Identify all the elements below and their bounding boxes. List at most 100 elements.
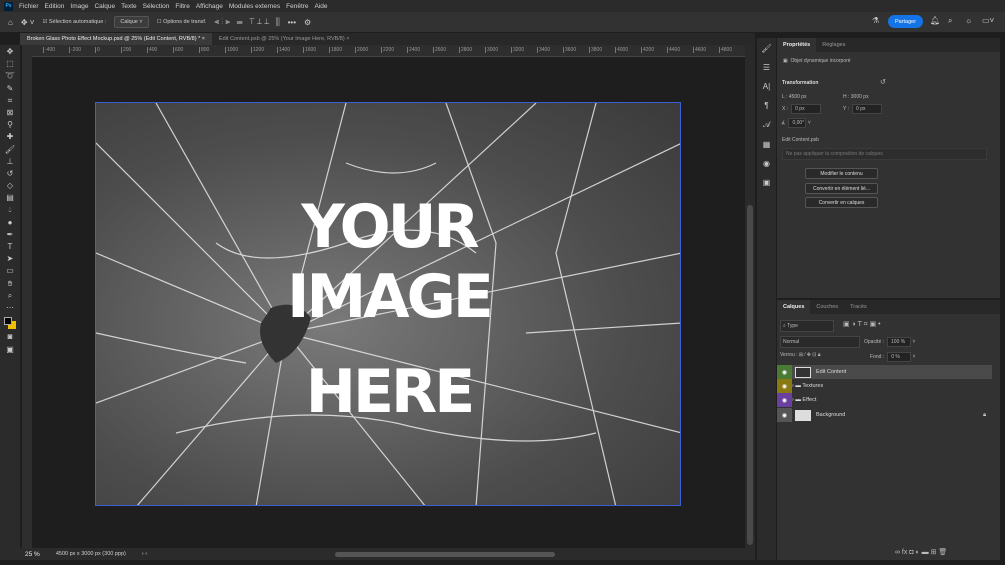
search-icon[interactable]: ⌕	[948, 16, 952, 26]
layer-row[interactable]: ◉ Edit Content	[777, 365, 992, 379]
layer-row[interactable]: ◉ › ▬ Textures	[777, 379, 992, 393]
tab-layers[interactable]: Calques	[777, 300, 811, 314]
gradient-icon[interactable]: ▤	[6, 194, 14, 203]
gear-icon[interactable]: ⚙	[304, 18, 311, 27]
auto-select-checkbox[interactable]: ☑ Sélection automatique :	[42, 19, 106, 25]
layer-comp-select[interactable]: Ne pas appliquer la composition de calqu…	[782, 148, 987, 160]
frame-tool-icon[interactable]: ⊠	[7, 108, 14, 118]
lasso-tool-icon[interactable]: ➰	[5, 72, 15, 81]
blend-mode-select[interactable]: Normal	[780, 336, 860, 348]
home-icon[interactable]: ⌂	[8, 18, 13, 27]
brush-tool-icon[interactable]: 🖌︎	[5, 145, 15, 155]
menu-aide[interactable]: Aide	[315, 3, 328, 10]
tab-channels[interactable]: Couches	[810, 300, 844, 314]
transform-options-checkbox[interactable]: ☐ Options de transf.	[157, 19, 207, 25]
screen-mode-icon[interactable]: ▣	[6, 345, 14, 355]
quick-select-icon[interactable]: ✎	[7, 84, 14, 94]
bell-icon[interactable]: 🔔︎	[930, 16, 940, 25]
marquee-tool-icon[interactable]: ⬚	[6, 60, 14, 69]
eyedropper-icon[interactable]: ⚲	[7, 121, 13, 130]
tab-adjustments[interactable]: Réglages	[816, 38, 851, 52]
flask-icon[interactable]: ⚗	[872, 16, 879, 25]
color-swatches[interactable]	[3, 316, 17, 330]
opacity-field[interactable]: 100 %	[887, 337, 912, 347]
workspace-icon[interactable]: ▭˅	[982, 16, 994, 25]
convert-to-layers-button[interactable]: Convertir en calques	[805, 197, 878, 208]
zoom-tool-icon[interactable]: ⌕	[8, 291, 12, 301]
eye-icon[interactable]: ◉	[777, 393, 792, 407]
filter-icons[interactable]: ▣ ◑ T ⌗ ▣ •	[843, 320, 881, 329]
type-tool-icon[interactable]: T	[8, 243, 13, 252]
foreground-color[interactable]	[4, 317, 12, 326]
menu-modules[interactable]: Modules externes	[229, 3, 280, 10]
character-icon[interactable]: A|	[763, 82, 770, 91]
target-select[interactable]: Calque ˅	[114, 16, 149, 28]
align-icons[interactable]: ⫷ ⫶ ⫸ ☰ ⊤ ⊥ ⊥ ⫼	[214, 17, 279, 27]
table-icon[interactable]: ▦	[763, 140, 771, 149]
shape-tool-icon[interactable]: ▭	[6, 267, 14, 276]
eye-icon[interactable]: ◉	[777, 379, 792, 393]
menu-calque[interactable]: Calque	[94, 3, 115, 10]
menu-fichier[interactable]: Fichier	[19, 3, 39, 10]
tab-edit-content[interactable]: Edit Content.psb @ 25% (Your Image Here,…	[212, 33, 356, 45]
w-value: 4500 px	[788, 94, 807, 100]
status-arrows[interactable]: › ‹	[142, 551, 147, 557]
tab-broken-glass[interactable]: Broken Glass Photo Effect Mockup.psd @ 2…	[20, 33, 212, 45]
layer-filter-select[interactable]: ⌕ Type	[780, 320, 834, 332]
paragraph-icon[interactable]: ¶	[764, 101, 768, 110]
y-field[interactable]: 0 px	[852, 104, 883, 114]
crop-tool-icon[interactable]: ⌗	[8, 96, 13, 106]
angle-field[interactable]: 0,00°	[788, 118, 807, 128]
adjust-icon[interactable]: ☰	[763, 63, 770, 72]
placeholder-text-line: IMAGE	[287, 262, 494, 332]
edit-contents-button[interactable]: Modifier le contenu	[805, 168, 878, 179]
lightbulb-icon[interactable]: ☼	[965, 16, 972, 25]
menu-image[interactable]: Image	[70, 3, 88, 10]
menu-filtre[interactable]: Filtre	[175, 3, 189, 10]
horizontal-scroll-thumb[interactable]	[335, 552, 555, 557]
close-icon[interactable]: ×	[346, 36, 349, 42]
eye-icon[interactable]: ◉	[777, 408, 792, 422]
eraser-icon[interactable]: ◇	[7, 182, 13, 191]
brush-settings-icon[interactable]: 🖌︎	[761, 44, 771, 53]
reset-icon[interactable]: ↺	[880, 78, 886, 86]
move-tool-icon[interactable]: ✥ ˅	[21, 18, 35, 27]
menu-fenetre[interactable]: Fenêtre	[286, 3, 308, 10]
fill-field[interactable]: 0 %	[887, 352, 912, 362]
menu-texte[interactable]: Texte	[121, 3, 137, 10]
more-icon[interactable]: •••	[288, 18, 296, 27]
convert-to-linked-button[interactable]: Convertir en élément lié...	[805, 183, 878, 194]
quick-mask-icon[interactable]: ◙	[8, 333, 13, 342]
document-info[interactable]: 4500 px x 3000 px (300 ppp)	[56, 551, 126, 557]
blur-icon[interactable]: 💧︎	[8, 206, 11, 215]
dodge-icon[interactable]: ●	[8, 218, 13, 228]
vertical-scroll-thumb[interactable]	[747, 205, 753, 545]
glyphs-icon[interactable]: 𝒜	[763, 120, 771, 130]
lock-icon: 🔒︎	[983, 411, 986, 418]
menu-affichage[interactable]: Affichage	[196, 3, 223, 10]
move-tool-icon[interactable]: ✥	[7, 48, 14, 57]
close-icon[interactable]: ×	[202, 36, 205, 42]
zoom-level[interactable]: 25 %	[25, 551, 40, 558]
tab-properties[interactable]: Propriétés	[777, 38, 817, 52]
share-button[interactable]: Partager	[888, 15, 923, 28]
layer-row[interactable]: ◉ Background 🔒︎	[777, 408, 992, 422]
palette-icon[interactable]: ◉	[763, 159, 770, 168]
lock-icons[interactable]: ⊞ ⁄ ✥ ⊡ 🔒︎	[799, 352, 821, 358]
menu-edition[interactable]: Edition	[45, 3, 65, 10]
path-select-icon[interactable]: ➤	[7, 255, 14, 264]
hand-tool-icon[interactable]: ✋︎	[8, 279, 13, 289]
canvas[interactable]: YOUR IMAGE HERE	[95, 102, 681, 506]
healing-brush-icon[interactable]: ✚	[7, 133, 14, 142]
layer-actions[interactable]: ∞ fx ◘ ◐ ▬ ⊞ 🗑︎	[895, 548, 947, 556]
pen-tool-icon[interactable]: ✒	[7, 230, 14, 240]
gradient-panel-icon[interactable]: ▣	[763, 178, 771, 187]
more-tools-icon[interactable]: ⋯	[6, 303, 14, 313]
history-brush-icon[interactable]: ↺	[7, 169, 14, 179]
stamp-tool-icon[interactable]: ⊥	[7, 157, 14, 167]
tab-paths[interactable]: Tracés	[844, 300, 873, 314]
menu-selection[interactable]: Sélection	[143, 3, 170, 10]
layer-row[interactable]: ◉ › ▬ Effect	[777, 393, 992, 407]
eye-icon[interactable]: ◉	[777, 365, 792, 379]
x-field[interactable]: 0 px	[791, 104, 822, 114]
